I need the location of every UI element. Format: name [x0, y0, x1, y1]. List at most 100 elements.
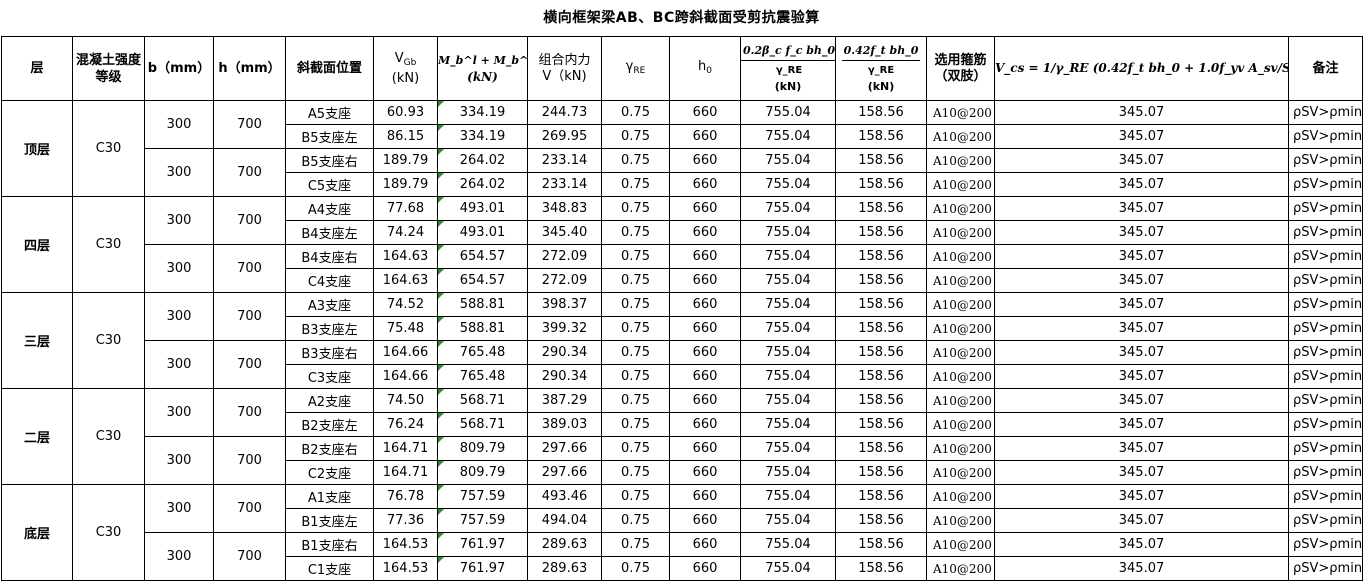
gamma-re-cell[interactable]: 0.75 — [601, 556, 670, 581]
gamma-re-cell[interactable]: 0.75 — [601, 316, 670, 341]
b-cell[interactable]: 300 — [144, 340, 214, 389]
vgb-cell[interactable]: 164.53 — [373, 556, 438, 581]
position-cell[interactable]: A5支座 — [285, 100, 374, 125]
position-cell[interactable]: B3支座左 — [285, 316, 374, 341]
combined-shear-cell[interactable]: 290.34 — [527, 340, 602, 365]
section-limit-cell[interactable]: 755.04 — [740, 364, 836, 389]
stirrup-cell[interactable]: A10@200 — [926, 124, 995, 149]
vgb-cell[interactable]: 164.71 — [373, 460, 438, 485]
vgb-cell[interactable]: 164.71 — [373, 436, 438, 461]
gamma-re-cell[interactable]: 0.75 — [601, 532, 670, 557]
vgb-cell[interactable]: 189.79 — [373, 148, 438, 173]
moment-sum-cell[interactable]: 654.57 — [437, 244, 528, 269]
gamma-re-cell[interactable]: 0.75 — [601, 244, 670, 269]
header-h0[interactable]: h0 — [669, 36, 741, 101]
concrete-grade-cell[interactable]: C30 — [72, 100, 145, 197]
vcs-cell[interactable]: 345.07 — [994, 148, 1289, 173]
note-cell[interactable]: ρSV>ρmin — [1288, 292, 1363, 317]
header-position[interactable]: 斜截面位置 — [285, 36, 374, 101]
note-cell[interactable]: ρSV>ρmin — [1288, 100, 1363, 125]
h0-cell[interactable]: 660 — [669, 532, 741, 557]
layer-cell[interactable]: 顶层 — [1, 100, 73, 197]
note-cell[interactable]: ρSV>ρmin — [1288, 364, 1363, 389]
moment-sum-cell[interactable]: 757.59 — [437, 508, 528, 533]
moment-sum-cell[interactable]: 757.59 — [437, 484, 528, 509]
header-combo[interactable]: 组合内力 V（kN) — [527, 36, 602, 101]
moment-sum-cell[interactable]: 588.81 — [437, 316, 528, 341]
h0-cell[interactable]: 660 — [669, 484, 741, 509]
vgb-cell[interactable]: 74.24 — [373, 220, 438, 245]
combined-shear-cell[interactable]: 387.29 — [527, 388, 602, 413]
gamma-re-cell[interactable]: 0.75 — [601, 388, 670, 413]
h0-cell[interactable]: 660 — [669, 124, 741, 149]
min-shear-cell[interactable]: 158.56 — [835, 124, 927, 149]
b-cell[interactable]: 300 — [144, 148, 214, 197]
gamma-re-cell[interactable]: 0.75 — [601, 460, 670, 485]
min-shear-cell[interactable]: 158.56 — [835, 268, 927, 293]
note-cell[interactable]: ρSV>ρmin — [1288, 172, 1363, 197]
combined-shear-cell[interactable]: 233.14 — [527, 172, 602, 197]
h-cell[interactable]: 700 — [213, 292, 286, 341]
layer-cell[interactable]: 底层 — [1, 484, 73, 581]
stirrup-cell[interactable]: A10@200 — [926, 412, 995, 437]
stirrup-cell[interactable]: A10@200 — [926, 388, 995, 413]
header-vcs-formula[interactable]: V_cs = 1/γ_RE (0.42f_t bh_0 + 1.0f_yv A_… — [994, 36, 1289, 101]
vgb-cell[interactable]: 164.63 — [373, 244, 438, 269]
header-layer[interactable]: 层 — [1, 36, 73, 101]
h-cell[interactable]: 700 — [213, 244, 286, 293]
section-limit-cell[interactable]: 755.04 — [740, 148, 836, 173]
gamma-re-cell[interactable]: 0.75 — [601, 364, 670, 389]
header-gamma[interactable]: γRE — [601, 36, 670, 101]
position-cell[interactable]: C3支座 — [285, 364, 374, 389]
layer-cell[interactable]: 三层 — [1, 292, 73, 389]
min-shear-cell[interactable]: 158.56 — [835, 508, 927, 533]
h0-cell[interactable]: 660 — [669, 316, 741, 341]
vgb-cell[interactable]: 74.50 — [373, 388, 438, 413]
gamma-re-cell[interactable]: 0.75 — [601, 340, 670, 365]
vgb-cell[interactable]: 164.53 — [373, 532, 438, 557]
combined-shear-cell[interactable]: 399.32 — [527, 316, 602, 341]
combined-shear-cell[interactable]: 389.03 — [527, 412, 602, 437]
combined-shear-cell[interactable]: 244.73 — [527, 100, 602, 125]
stirrup-cell[interactable]: A10@200 — [926, 316, 995, 341]
note-cell[interactable]: ρSV>ρmin — [1288, 412, 1363, 437]
stirrup-cell[interactable]: A10@200 — [926, 244, 995, 269]
header-note[interactable]: 备注 — [1288, 36, 1363, 101]
vgb-cell[interactable]: 164.66 — [373, 364, 438, 389]
combined-shear-cell[interactable]: 289.63 — [527, 556, 602, 581]
combined-shear-cell[interactable]: 297.66 — [527, 436, 602, 461]
min-shear-cell[interactable]: 158.56 — [835, 172, 927, 197]
moment-sum-cell[interactable]: 493.01 — [437, 196, 528, 221]
h-cell[interactable]: 700 — [213, 340, 286, 389]
min-shear-cell[interactable]: 158.56 — [835, 484, 927, 509]
position-cell[interactable]: B4支座右 — [285, 244, 374, 269]
b-cell[interactable]: 300 — [144, 292, 214, 341]
combined-shear-cell[interactable]: 290.34 — [527, 364, 602, 389]
note-cell[interactable]: ρSV>ρmin — [1288, 460, 1363, 485]
moment-sum-cell[interactable]: 588.81 — [437, 292, 528, 317]
note-cell[interactable]: ρSV>ρmin — [1288, 532, 1363, 557]
vcs-cell[interactable]: 345.07 — [994, 220, 1289, 245]
combined-shear-cell[interactable]: 398.37 — [527, 292, 602, 317]
h0-cell[interactable]: 660 — [669, 268, 741, 293]
concrete-grade-cell[interactable]: C30 — [72, 484, 145, 581]
min-shear-cell[interactable]: 158.56 — [835, 220, 927, 245]
position-cell[interactable]: C4支座 — [285, 268, 374, 293]
moment-sum-cell[interactable]: 765.48 — [437, 364, 528, 389]
stirrup-cell[interactable]: A10@200 — [926, 100, 995, 125]
b-cell[interactable]: 300 — [144, 388, 214, 437]
stirrup-cell[interactable]: A10@200 — [926, 460, 995, 485]
note-cell[interactable]: ρSV>ρmin — [1288, 196, 1363, 221]
combined-shear-cell[interactable]: 348.83 — [527, 196, 602, 221]
gamma-re-cell[interactable]: 0.75 — [601, 484, 670, 509]
header-moment[interactable]: M_b^l + M_b^r (kN) — [437, 36, 528, 101]
stirrup-cell[interactable]: A10@200 — [926, 196, 995, 221]
h0-cell[interactable]: 660 — [669, 556, 741, 581]
moment-sum-cell[interactable]: 264.02 — [437, 148, 528, 173]
moment-sum-cell[interactable]: 568.71 — [437, 412, 528, 437]
gamma-re-cell[interactable]: 0.75 — [601, 172, 670, 197]
position-cell[interactable]: B3支座右 — [285, 340, 374, 365]
h0-cell[interactable]: 660 — [669, 172, 741, 197]
stirrup-cell[interactable]: A10@200 — [926, 436, 995, 461]
section-limit-cell[interactable]: 755.04 — [740, 268, 836, 293]
